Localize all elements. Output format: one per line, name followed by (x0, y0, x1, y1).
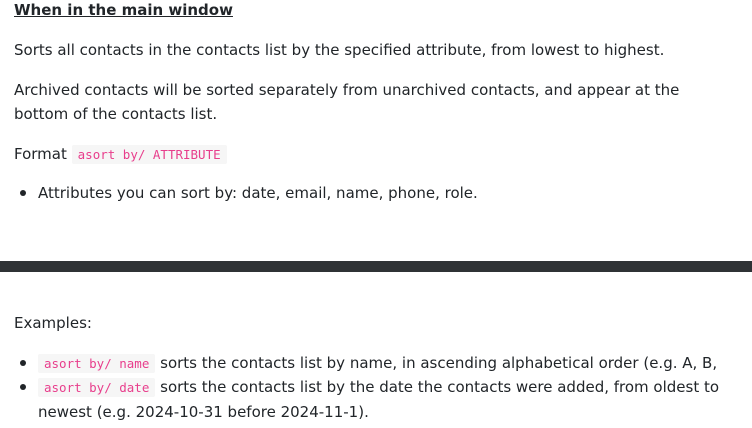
bullet-icon (20, 360, 26, 366)
divider (0, 261, 752, 272)
attributes-text: Attributes you can sort by: date, email,… (38, 184, 478, 202)
bullet-icon (20, 384, 26, 390)
format-label: Format (14, 145, 67, 163)
example-code: asort by/ name (38, 354, 156, 373)
examples-label: Examples: (14, 314, 92, 332)
example-line: asort by/ date sorts the contacts list b… (38, 375, 730, 424)
bullet-icon (20, 190, 26, 196)
format-line: Format asort by/ ATTRIBUTE (14, 142, 734, 167)
section-heading: When in the main window (14, 1, 233, 19)
example-code: asort by/ date (38, 378, 156, 397)
format-code: asort by/ ATTRIBUTE (71, 145, 227, 164)
sort-description: Sorts all contacts in the contacts list … (14, 41, 665, 59)
archived-note: Archived contacts will be sorted separat… (14, 81, 680, 123)
